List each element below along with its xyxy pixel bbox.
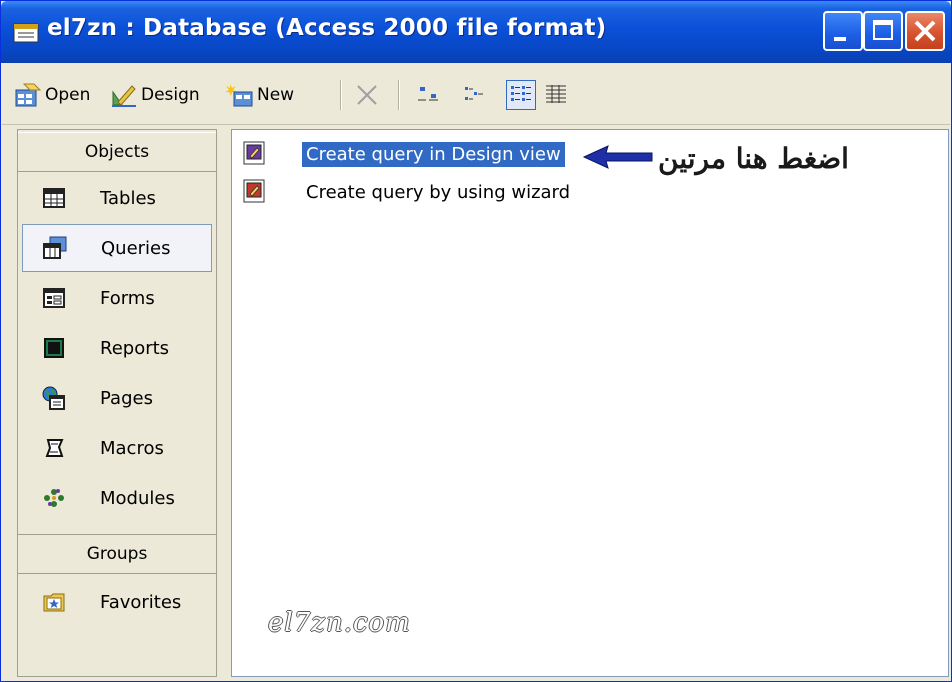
list-item[interactable]: Create query by using wizard [240, 176, 574, 208]
form-icon [40, 284, 68, 312]
object-macros[interactable]: Macros [22, 424, 212, 472]
open-button[interactable]: Open [14, 78, 90, 112]
list-item[interactable]: Create query in Design view [240, 138, 565, 170]
new-icon [225, 84, 253, 107]
objects-bar: Objects Tables Queries Forms Reports Pag… [17, 129, 217, 677]
large-icons-icon [418, 87, 438, 101]
toolbar-separator [340, 80, 342, 110]
minimize-icon [834, 37, 846, 41]
annotation-arrow-icon [582, 145, 653, 169]
groups-header[interactable]: Groups [18, 534, 216, 574]
database-icon [13, 23, 39, 43]
design-button[interactable]: Design [110, 78, 200, 112]
minimize-button[interactable] [823, 11, 863, 51]
module-icon [40, 484, 68, 512]
window-title: el7zn : Database (Access 2000 file forma… [47, 15, 607, 41]
close-icon [914, 20, 936, 42]
object-label: Macros [100, 437, 164, 459]
list-item-label: Create query by using wizard [306, 181, 571, 203]
title-bar[interactable]: el7zn : Database (Access 2000 file forma… [1, 1, 951, 63]
database-window: el7zn : Database (Access 2000 file forma… [0, 0, 952, 682]
watermark: el7zn.com [268, 608, 411, 638]
object-label: Queries [101, 237, 171, 259]
object-pages[interactable]: Pages [22, 374, 212, 422]
object-list-pane[interactable]: Create query in Design view Create query… [231, 129, 949, 677]
query-wizard-icon [243, 179, 265, 203]
page-icon [40, 384, 68, 412]
maximize-button[interactable] [863, 11, 903, 51]
objects-header[interactable]: Objects [18, 132, 216, 172]
group-label: Favorites [100, 591, 182, 613]
toolbar-separator [398, 80, 400, 110]
design-label: Design [141, 85, 200, 105]
details-view-button[interactable] [542, 80, 572, 110]
new-label: New [257, 85, 295, 105]
list-view-button[interactable] [506, 80, 536, 110]
object-label: Modules [100, 487, 175, 509]
delete-button[interactable] [354, 78, 380, 112]
object-queries[interactable]: Queries [22, 224, 212, 272]
query-icon [41, 234, 69, 262]
small-icons-button[interactable] [460, 80, 490, 110]
large-icons-button[interactable] [414, 80, 444, 110]
object-label: Reports [100, 337, 170, 359]
small-icons-icon [465, 87, 483, 100]
design-icon [112, 85, 136, 107]
list-view-icon [511, 86, 531, 101]
details-view-icon [546, 85, 566, 103]
group-favorites[interactable]: Favorites [22, 578, 212, 626]
macro-icon [40, 434, 68, 462]
object-label: Pages [100, 387, 153, 409]
maximize-icon [873, 20, 893, 40]
object-tables[interactable]: Tables [22, 174, 212, 222]
close-button[interactable] [905, 11, 945, 51]
list-item-label: Create query in Design view [302, 141, 565, 167]
object-reports[interactable]: Reports [22, 324, 212, 372]
object-modules[interactable]: Modules [22, 474, 212, 522]
object-label: Forms [100, 287, 155, 309]
toolbar: Open Design New [2, 64, 950, 125]
open-icon [15, 83, 42, 107]
delete-icon [357, 85, 377, 105]
annotation-text: اضغط هنا مرتين [658, 142, 849, 175]
query-design-icon [243, 141, 265, 165]
object-forms[interactable]: Forms [22, 274, 212, 322]
open-label: Open [45, 85, 91, 105]
report-icon [40, 334, 68, 362]
favorites-folder-icon [40, 588, 68, 616]
new-button[interactable]: New [224, 78, 294, 112]
object-label: Tables [100, 187, 156, 209]
table-icon [40, 184, 68, 212]
